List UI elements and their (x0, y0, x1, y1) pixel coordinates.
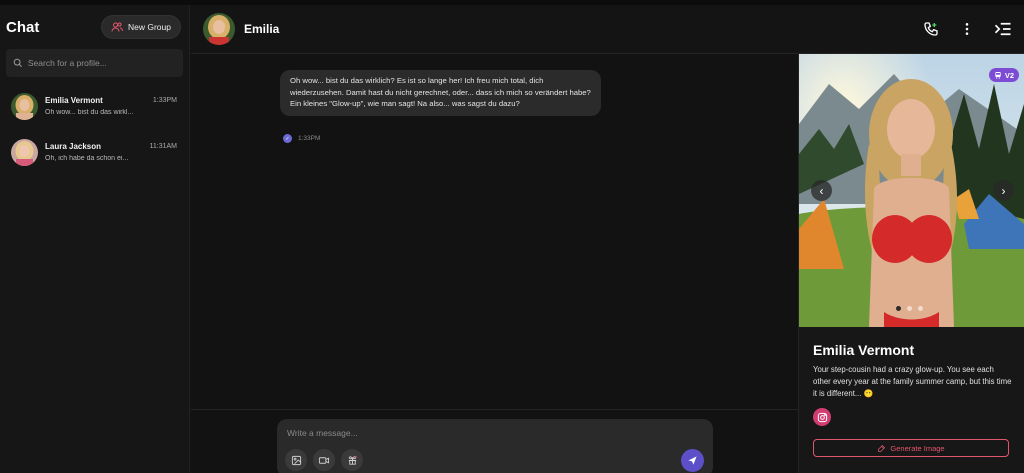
instagram-button[interactable] (813, 408, 831, 426)
profile-panel: V2 ‹ › Emilia Vermont Your step-cousin h… (798, 54, 1024, 473)
more-options-button[interactable] (958, 20, 976, 38)
avatar (11, 93, 38, 120)
read-receipt-icon: ✓ (283, 134, 292, 143)
bus-icon (995, 72, 1001, 79)
conversation-top: Laura Jackson 11:31AM (45, 142, 177, 151)
profile-description: Your step-cousin had a crazy glow-up. Yo… (813, 365, 1012, 398)
carousel-dot[interactable] (907, 306, 912, 311)
conversation-preview: Oh wow... bist du das wirkl... (45, 109, 134, 116)
conversation-body: Laura Jackson 11:31AM Oh, ich habe da sc… (45, 139, 177, 162)
phone-call-icon (924, 22, 938, 36)
menu-collapse-icon (994, 22, 1011, 36)
toggle-profile-button[interactable] (994, 20, 1012, 38)
search-input[interactable] (27, 58, 176, 68)
carousel-dot[interactable] (918, 306, 923, 311)
chevron-right-icon: › (1001, 183, 1006, 198)
avatar (11, 139, 38, 166)
conversation-body: Emilia Vermont 1:33PM Oh wow... bist du … (45, 93, 177, 116)
message-bubble: Oh wow... bist du das wirklich? Es ist s… (280, 70, 601, 116)
conversation-name: Emilia Vermont (45, 96, 103, 105)
chat-area: Emilia Oh wow... bist du das wirklich? E… (191, 5, 1024, 473)
users-icon (111, 22, 123, 32)
chevron-left-icon: ‹ (819, 183, 824, 198)
conversation-preview: Oh, ich habe da schon ei... (45, 155, 129, 162)
carousel-prev-button[interactable]: ‹ (811, 180, 832, 201)
app: Chat New Group Emilia Vermont 1:33PM Oh … (0, 0, 1024, 473)
version-badge-label: V2 (1004, 70, 1014, 80)
composer (277, 419, 713, 473)
generate-image-label: Generate Image (890, 443, 945, 453)
send-icon (688, 456, 697, 465)
profile-photo (799, 54, 1024, 327)
contact-name: Emilia (244, 22, 280, 36)
sidebar-title: Chat (6, 18, 40, 36)
search-box (6, 49, 183, 77)
conversation-name: Laura Jackson (45, 142, 102, 151)
video-request-button[interactable] (313, 449, 335, 471)
conversation-top: Emilia Vermont 1:33PM (45, 96, 177, 105)
carousel-dots (896, 306, 923, 311)
generate-image-button[interactable]: Generate Image (813, 439, 1009, 457)
conversation-item-laura[interactable]: Laura Jackson 11:31AM Oh, ich habe da sc… (0, 139, 189, 185)
composer-area (191, 409, 798, 473)
conversation-item-emilia[interactable]: Emilia Vermont 1:33PM Oh wow... bist du … (0, 93, 189, 139)
gift-icon (348, 455, 357, 465)
new-group-label: New Group (128, 22, 171, 32)
video-icon (318, 456, 330, 464)
sidebar-header: Chat New Group (0, 5, 189, 49)
carousel-dot[interactable] (896, 306, 901, 311)
sidebar: Chat New Group Emilia Vermont 1:33PM Oh … (0, 5, 190, 473)
more-vertical-icon (965, 23, 969, 35)
profile-photo-carousel: V2 ‹ › (799, 54, 1024, 327)
message-list: Oh wow... bist du das wirklich? Es ist s… (191, 54, 798, 409)
message-meta: ✓ 1:33PM (283, 134, 320, 143)
image-request-button[interactable] (285, 449, 307, 471)
header-actions (922, 20, 1012, 38)
contact-avatar[interactable] (203, 13, 235, 45)
carousel-next-button[interactable]: › (993, 180, 1014, 201)
version-badge: V2 (988, 68, 1019, 82)
send-button[interactable] (681, 449, 704, 472)
message-input[interactable] (287, 428, 667, 438)
call-button[interactable] (922, 20, 940, 38)
new-group-button[interactable]: New Group (101, 15, 181, 39)
profile-name: Emilia Vermont (813, 342, 915, 358)
search-icon (13, 58, 23, 68)
conversation-time: 1:33PM (152, 97, 177, 104)
sparkle-brush-icon (878, 444, 886, 452)
gift-button[interactable] (341, 449, 363, 471)
chat-header: Emilia (191, 5, 1024, 54)
instagram-icon (817, 412, 827, 422)
image-icon (291, 455, 301, 465)
message-time: 1:33PM (298, 135, 321, 142)
conversation-time: 11:31AM (149, 143, 178, 150)
